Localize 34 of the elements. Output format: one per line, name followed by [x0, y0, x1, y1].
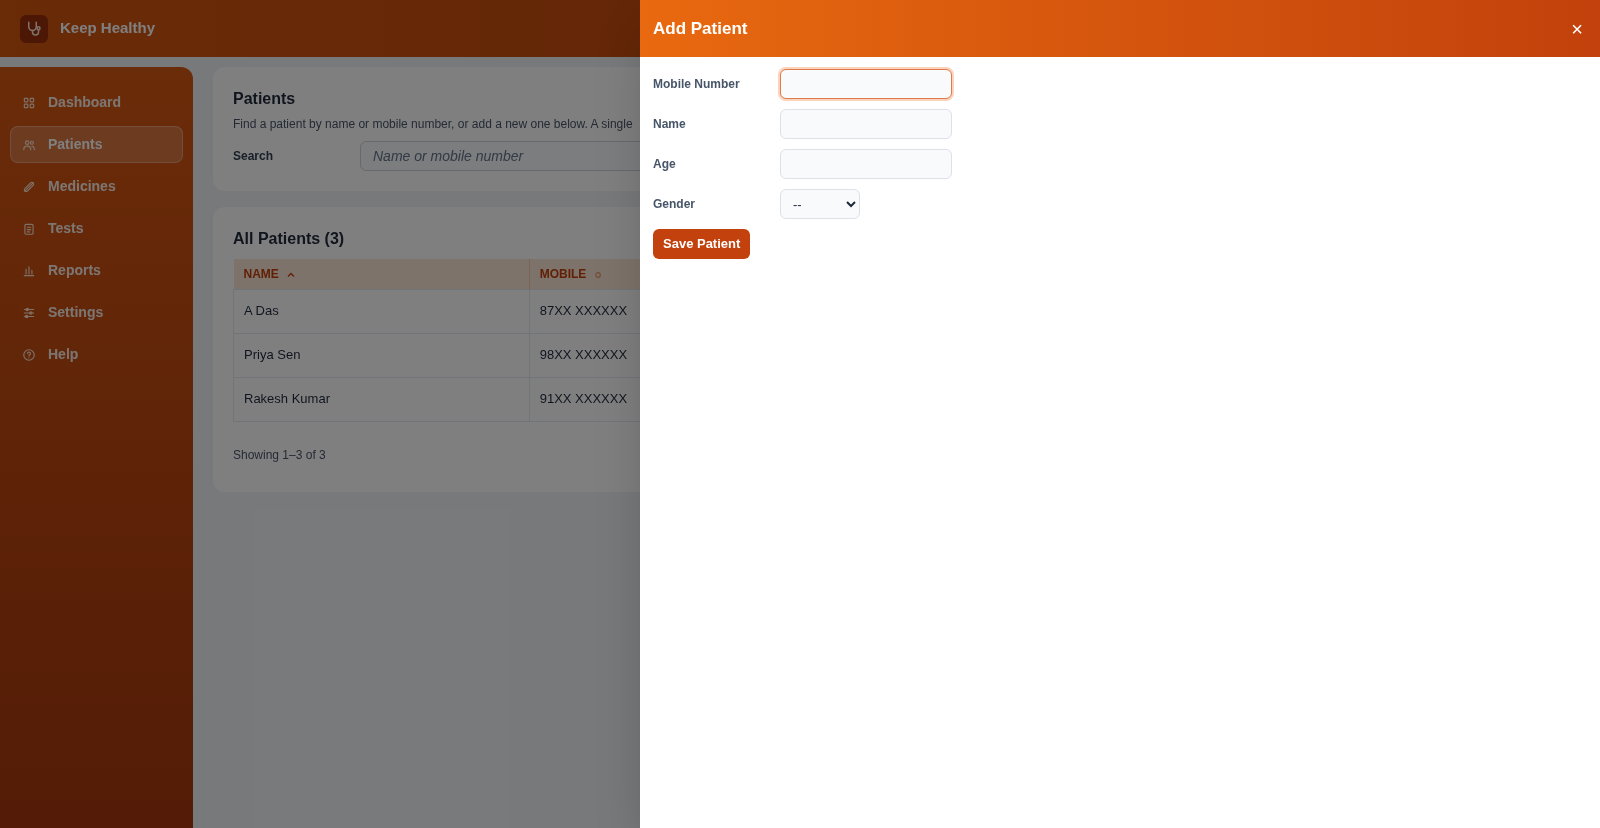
help-icon	[22, 347, 36, 362]
grid-icon	[22, 95, 36, 110]
pagination-info: Showing 1–3 of 3	[233, 446, 327, 464]
card-title: Patients	[233, 89, 297, 109]
search-field[interactable]: Name or mobile number	[360, 141, 640, 171]
clipboard-icon	[22, 221, 36, 236]
input-field[interactable]	[780, 69, 952, 99]
table-cell: A Das	[233, 289, 530, 333]
field-label: Gender	[653, 196, 696, 213]
field-label: Name	[653, 116, 687, 133]
bar-chart-icon	[22, 263, 36, 278]
sidebar-item[interactable]: Settings	[10, 294, 183, 331]
field-label: Mobile Number	[653, 76, 741, 93]
sidebar-item[interactable]: Dashboard	[10, 84, 183, 121]
app-title: Keep Healthy	[60, 18, 156, 39]
drawer-title: Add Patient	[653, 17, 748, 40]
table-cell: Rakesh Kumar	[233, 377, 530, 421]
sidebar-item[interactable]: Help	[10, 336, 183, 373]
sliders-icon	[22, 305, 36, 320]
search-label: Search	[233, 148, 275, 165]
save-patient-button[interactable]: Save Patient	[653, 229, 751, 259]
stethoscope-icon	[20, 14, 48, 43]
table-title: All Patients (3)	[233, 229, 346, 249]
field-label: Age	[653, 156, 677, 173]
sidebar-item[interactable]: Medicines	[10, 168, 183, 205]
gender-select[interactable]: --	[780, 189, 860, 219]
sidebar-item[interactable]: Tests	[10, 210, 183, 247]
card-description: Find a patient by name or mobile number, or add a new one below. A single	[233, 116, 634, 133]
pill-icon	[22, 179, 36, 194]
table-cell: Priya Sen	[233, 333, 530, 377]
users-icon	[22, 137, 36, 152]
sidebar-item[interactable]: Reports	[10, 252, 183, 289]
close-button[interactable]: ×	[1567, 18, 1587, 39]
column-header[interactable]: NAME	[233, 259, 530, 289]
